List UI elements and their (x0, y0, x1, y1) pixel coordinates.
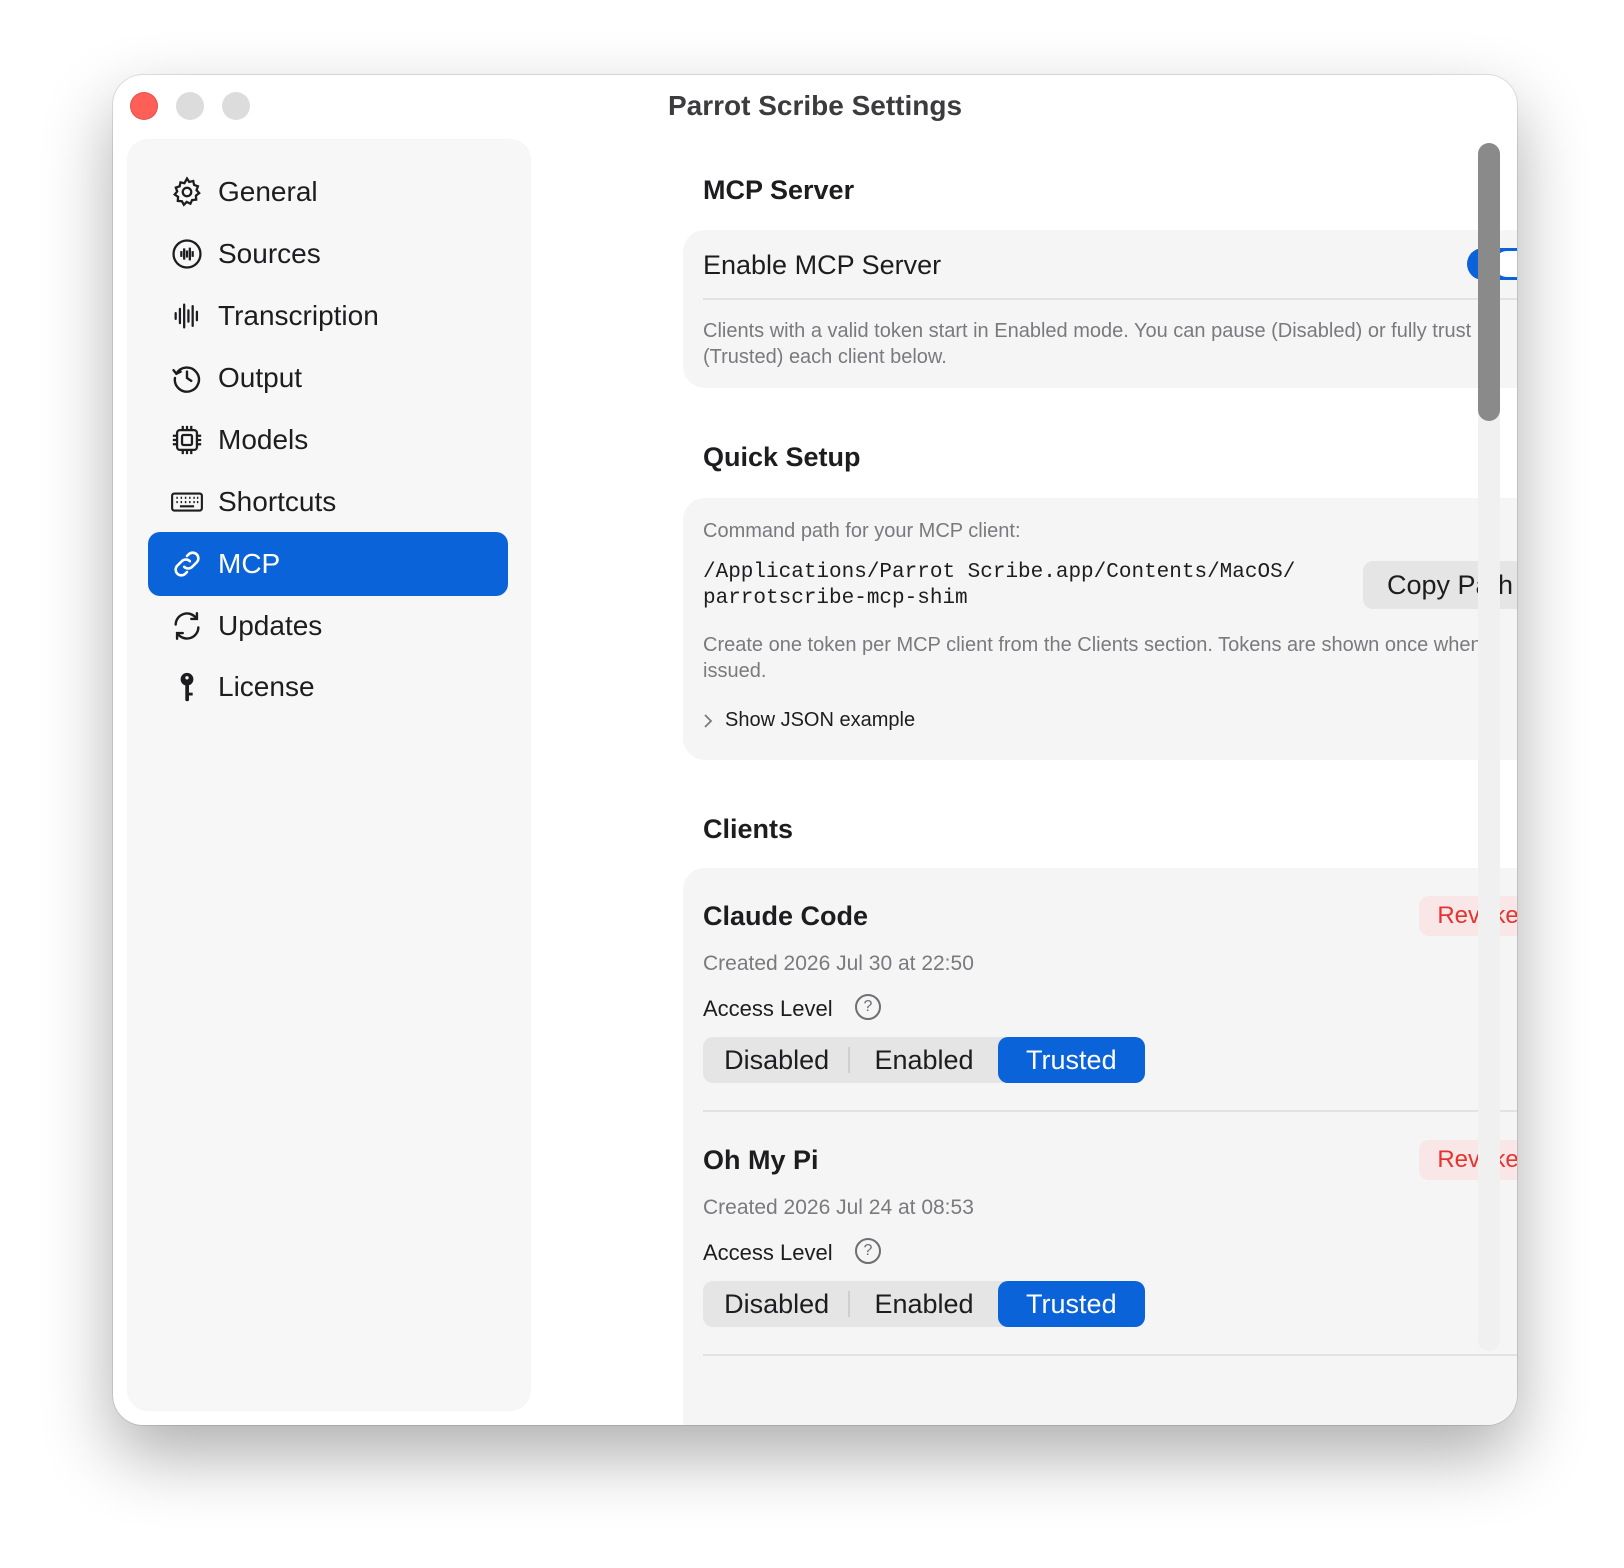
token-note: Create one token per MCP client from the… (703, 634, 1482, 682)
command-path-line-1: /Applications/Parrot Scribe.app/Contents… (703, 561, 1296, 584)
sidebar-item-label: Sources (218, 238, 321, 269)
access-level-disabled[interactable]: Disabled (703, 1281, 851, 1327)
access-level-disabled[interactable]: Disabled (703, 1037, 851, 1083)
divider (703, 298, 1517, 300)
access-level-enabled[interactable]: Enabled (850, 1037, 997, 1083)
access-level-label: Access Level (703, 996, 833, 1021)
sidebar-item-license[interactable]: License (148, 655, 508, 719)
sidebar-item-label: MCP (218, 548, 281, 579)
section-title-clients: Clients (703, 814, 794, 844)
sidebar-item-shortcuts[interactable]: Shortcuts (148, 470, 508, 534)
command-path-line-2: parrotscribe-mcp-shim (703, 587, 968, 610)
keyboard-icon (168, 483, 206, 521)
revoke-button[interactable]: Revoke (1419, 896, 1517, 936)
revoke-button[interactable]: Revoke (1419, 1140, 1517, 1180)
divider (703, 1110, 1517, 1112)
sidebar-item-label: Output (218, 362, 303, 393)
sidebar-item-label: Transcription (218, 300, 379, 331)
help-icon[interactable]: ? (855, 994, 881, 1020)
waveform-icon (168, 297, 206, 335)
help-icon[interactable]: ? (855, 1238, 881, 1264)
access-level-segmented-control: Disabled Enabled Trusted (703, 1037, 1145, 1083)
show-json-disclosure[interactable]: Show JSON example (703, 709, 915, 732)
divider (703, 1354, 1517, 1356)
client-created: Created 2026 Jul 24 at 08:53 (703, 1196, 974, 1219)
chevron-right-icon (703, 713, 719, 729)
access-level-enabled[interactable]: Enabled (850, 1281, 997, 1327)
access-level-segmented-control: Disabled Enabled Trusted (703, 1281, 1145, 1327)
link-icon (168, 545, 206, 583)
sidebar-item-models[interactable]: Models (148, 408, 508, 472)
mcp-settings-pane: MCP Server Enable MCP Server Clients wit… (553, 140, 1517, 1425)
mcp-server-description: Clients with a valid token start in Enab… (703, 320, 1472, 368)
sidebar-item-output[interactable]: Output (148, 346, 508, 410)
access-level-trusted[interactable]: Trusted (997, 1281, 1145, 1327)
sidebar-item-label: General (218, 176, 318, 207)
scrollbar-thumb[interactable] (1478, 143, 1500, 421)
settings-window: Parrot Scribe Settings General Sources T… (113, 75, 1517, 1425)
section-title-quick-setup: Quick Setup (703, 442, 861, 472)
access-level-label: Access Level (703, 1240, 833, 1265)
mcp-server-card: Enable MCP Server Clients with a valid t… (683, 230, 1517, 388)
key-icon (168, 668, 206, 706)
window-title: Parrot Scribe Settings (667, 90, 963, 121)
clients-card: Claude Code Revoke Created 2026 Jul 30 a… (683, 868, 1517, 1425)
refresh-icon (168, 607, 206, 645)
access-level-trusted[interactable]: Trusted (997, 1037, 1145, 1083)
waveform-circle-icon (168, 235, 206, 273)
command-path-label: Command path for your MCP client: (703, 520, 1021, 542)
sidebar-item-label: Updates (218, 610, 323, 641)
sidebar-item-updates[interactable]: Updates (148, 594, 508, 658)
sidebar-item-label: Models (218, 424, 309, 455)
enable-mcp-label: Enable MCP Server (703, 250, 942, 280)
sidebar-item-label: License (218, 671, 315, 702)
client-name: Oh My Pi (703, 1145, 819, 1175)
client-name: Claude Code (703, 901, 869, 931)
show-json-label: Show JSON example (725, 709, 916, 731)
gear-icon (168, 173, 206, 211)
sidebar-item-transcription[interactable]: Transcription (148, 284, 508, 348)
sidebar-item-general[interactable]: General (148, 160, 508, 224)
client-created: Created 2026 Jul 30 at 22:50 (703, 952, 974, 975)
sidebar-item-sources[interactable]: Sources (148, 222, 508, 286)
sidebar-item-label: Shortcuts (218, 486, 337, 517)
sidebar-item-mcp[interactable]: MCP (148, 532, 508, 596)
clock-history-icon (168, 359, 206, 397)
sidebar: General Sources Transcription Output Mod… (128, 140, 530, 1410)
section-title-mcp-server: MCP Server (703, 175, 855, 205)
cpu-icon (168, 421, 206, 459)
quick-setup-card: Command path for your MCP client: /Appli… (683, 498, 1517, 760)
